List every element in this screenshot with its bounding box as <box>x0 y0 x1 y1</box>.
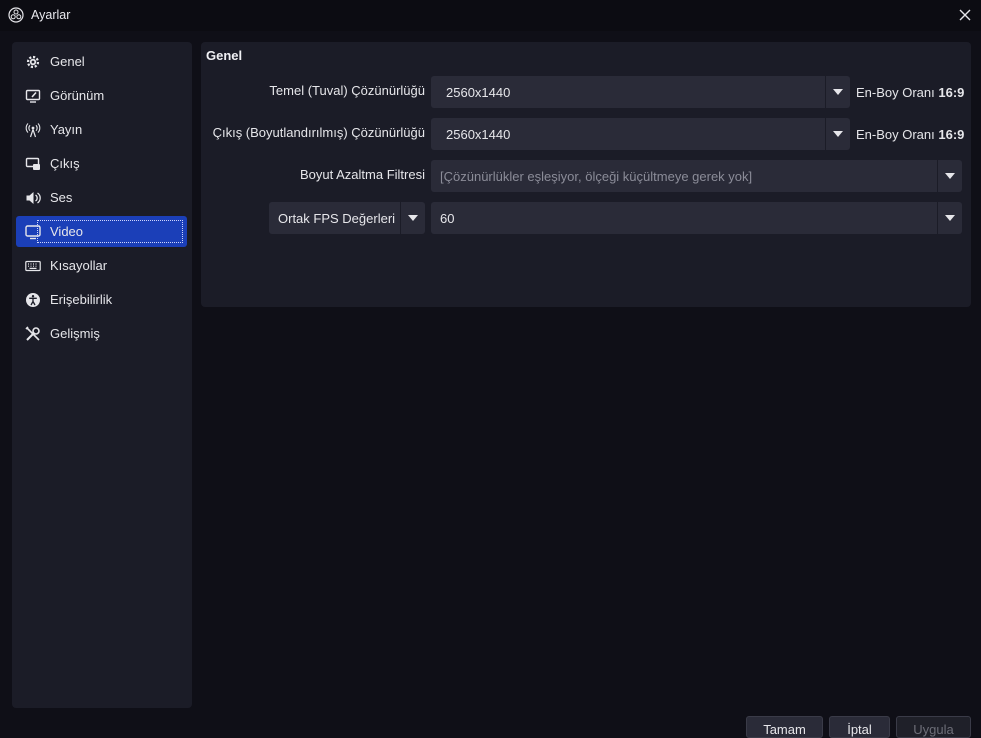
sidebar-item-video[interactable]: Video <box>16 216 187 247</box>
sidebar-item-yayin[interactable]: Yayın <box>16 114 187 145</box>
sidebar-item-kisayollar[interactable]: Kısayollar <box>16 250 187 281</box>
output-resolution-combo[interactable]: 2560x1440 <box>431 118 850 150</box>
chevron-down-icon[interactable] <box>825 76 850 108</box>
title-bar: Ayarlar <box>0 0 981 31</box>
wrench-icon <box>24 325 42 343</box>
base-resolution-combo[interactable]: 2560x1440 <box>431 76 850 108</box>
cancel-button[interactable]: İptal <box>829 716 890 738</box>
chevron-down-icon[interactable] <box>825 118 850 150</box>
fps-value-combo[interactable]: 60 <box>431 202 962 234</box>
video-settings-panel: Genel Temel (Tuval) Çözünürlüğü 2560x144… <box>201 42 971 307</box>
close-icon[interactable] <box>957 7 973 23</box>
output-icon <box>24 155 42 173</box>
sidebar-item-ses[interactable]: Ses <box>16 182 187 213</box>
sidebar-item-cikis[interactable]: Çıkış <box>16 148 187 179</box>
keyboard-icon <box>24 257 42 275</box>
chevron-down-icon[interactable] <box>400 202 425 234</box>
sidebar-item-label: Çıkış <box>50 156 80 171</box>
sidebar-item-genel[interactable]: Genel <box>16 46 187 77</box>
sidebar-item-erisebilirlik[interactable]: Erişebilirlik <box>16 284 187 315</box>
sidebar-item-label: Görünüm <box>50 88 105 103</box>
sidebar-item-gorunum[interactable]: Görünüm <box>16 80 187 111</box>
apply-button[interactable]: Uygula <box>896 716 971 738</box>
fps-value: 60 <box>440 211 455 226</box>
output-aspect-ratio: En-Boy Oranı 16:9 <box>856 127 965 142</box>
speaker-icon <box>24 189 42 207</box>
appearance-icon <box>24 87 42 105</box>
output-resolution-label: Çıkış (Boyutlandırılmış) Çözünürlüğü <box>212 125 425 140</box>
base-resolution-label: Temel (Tuval) Çözünürlüğü <box>269 83 425 98</box>
chevron-down-icon[interactable] <box>937 160 962 192</box>
panel-title: Genel <box>206 48 243 63</box>
base-resolution-value: 2560x1440 <box>446 85 511 100</box>
ok-button[interactable]: Tamam <box>746 716 823 738</box>
sidebar-item-label: Yayın <box>50 122 83 137</box>
downscale-filter-combo[interactable]: [Çözünürlükler eşleşiyor, ölçeği küçültm… <box>431 160 962 192</box>
settings-sidebar: Genel Görünüm Yayın Çıkış Ses Video Kısa… <box>12 42 192 708</box>
downscale-filter-value: [Çözünürlükler eşleşiyor, ölçeği küçültm… <box>440 169 753 184</box>
sidebar-item-label: Ses <box>50 190 73 205</box>
broadcast-icon <box>24 121 42 139</box>
sidebar-item-label: Erişebilirlik <box>50 292 113 307</box>
obs-logo-icon <box>8 7 24 23</box>
sidebar-item-gelismis[interactable]: Gelişmiş <box>16 318 187 349</box>
output-resolution-value: 2560x1440 <box>446 127 511 142</box>
fps-type-value: Ortak FPS Değerleri <box>278 211 396 226</box>
gear-icon <box>24 53 42 71</box>
window-title: Ayarlar <box>31 8 71 22</box>
chevron-down-icon[interactable] <box>937 202 962 234</box>
base-aspect-ratio: En-Boy Oranı 16:9 <box>856 85 965 100</box>
focus-rectangle <box>37 220 183 243</box>
sidebar-item-label: Kısayollar <box>50 258 108 273</box>
accessibility-icon <box>24 291 42 309</box>
sidebar-item-label: Genel <box>50 54 85 69</box>
downscale-filter-label: Boyut Azaltma Filtresi <box>300 167 425 182</box>
sidebar-item-label: Gelişmiş <box>50 326 100 341</box>
fps-type-combo[interactable]: Ortak FPS Değerleri <box>269 202 425 234</box>
